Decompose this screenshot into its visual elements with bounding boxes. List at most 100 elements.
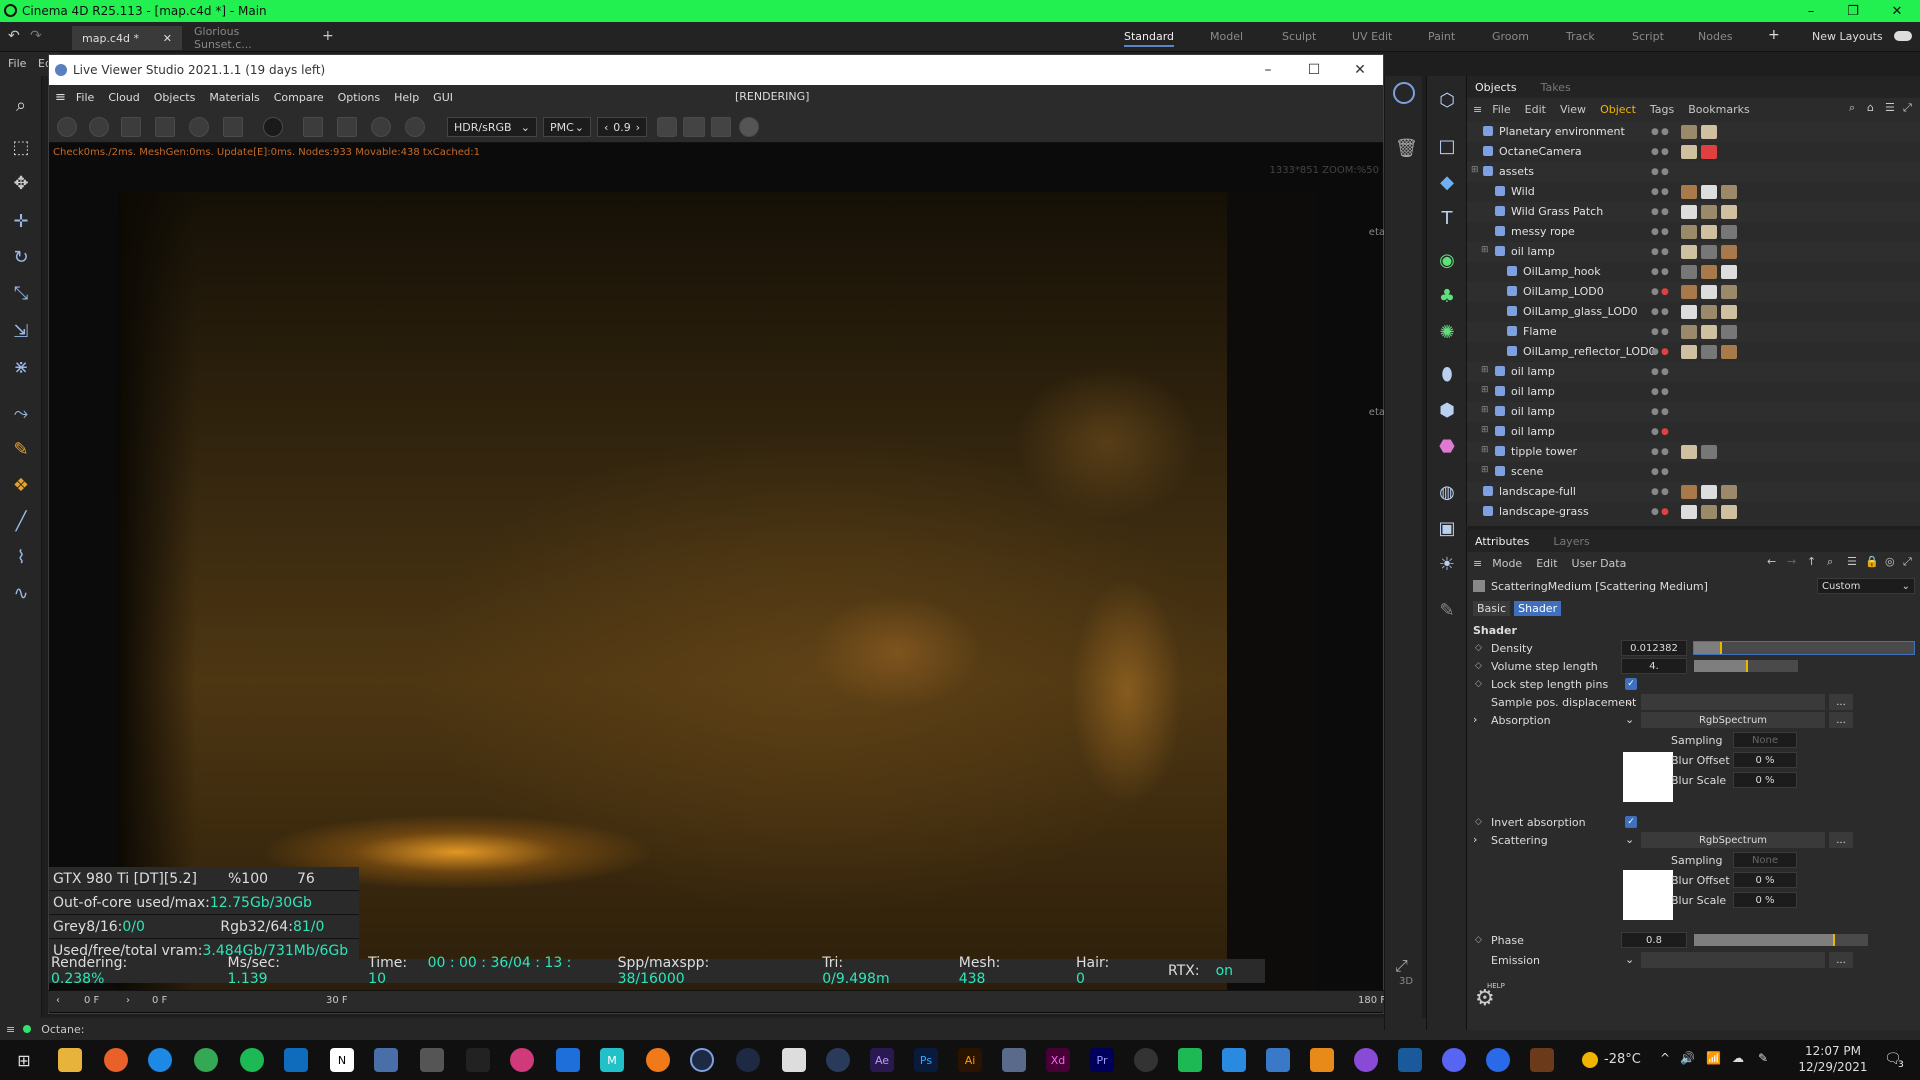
search-icon[interactable]: ⌕ [1849,101,1855,115]
chevron-down-icon[interactable]: ⌄ [1625,953,1634,966]
visibility-render-icon[interactable]: ● [1661,507,1671,517]
visibility-render-icon[interactable]: ● [1661,287,1671,297]
visibility-editor-icon[interactable]: ● [1651,367,1661,377]
tab-attributes[interactable]: Attributes [1475,535,1529,548]
lv-menu-objects[interactable]: Objects [154,91,196,104]
visibility-render-icon[interactable]: ● [1661,487,1671,497]
visibility-editor-icon[interactable]: ● [1651,427,1661,437]
lv-menu-file[interactable]: File [76,91,94,104]
keyframe-icon[interactable]: ◇ [1475,661,1482,671]
rotate-tool-icon[interactable]: ↻ [6,242,36,272]
visibility-render-icon[interactable]: ● [1661,367,1671,377]
object-row[interactable]: landscape-grass ● ● [1467,502,1920,522]
object-row[interactable]: ⊞ oil lamp ● ● [1467,402,1920,422]
arrow-up-icon[interactable]: ↑ [1807,555,1816,568]
volume-icon[interactable]: ⬢ [1433,396,1461,424]
tag-icon[interactable] [1681,325,1697,339]
visibility-render-icon[interactable]: ● [1661,447,1671,457]
tag-icon[interactable] [1721,325,1737,339]
visibility-editor-icon[interactable]: ● [1651,187,1661,197]
kernel-select[interactable]: PMC ⌄ [543,117,591,137]
layout-uv-edit[interactable]: UV Edit [1352,30,1392,43]
github-icon[interactable] [1354,1048,1378,1072]
notion-icon[interactable]: N [330,1048,354,1072]
cube-outline-icon[interactable]: □ [1433,132,1461,160]
visibility-editor-icon[interactable]: ● [1651,347,1661,357]
tag-icon[interactable] [1701,265,1717,279]
visibility-editor-icon[interactable]: ● [1651,387,1661,397]
tag-icon[interactable] [1681,505,1697,519]
visibility-render-icon[interactable]: ● [1661,307,1671,317]
visibility-editor-icon[interactable]: ● [1651,467,1661,477]
object-row[interactable]: ⊞ oil lamp ● ● [1467,242,1920,262]
visibility-editor-icon[interactable]: ● [1651,127,1661,137]
object-row[interactable]: Planetary environment ● ● [1467,122,1920,142]
premiere-icon[interactable]: Pr [1090,1048,1114,1072]
paint-tool-icon[interactable]: ❖ [6,470,36,500]
photoshop-icon[interactable]: Ps [914,1048,938,1072]
om-menu-file[interactable]: File [1492,103,1510,116]
app-icon[interactable] [1178,1048,1202,1072]
firefox-icon[interactable] [104,1048,128,1072]
object-row[interactable]: messy rope ● ● [1467,222,1920,242]
add-tab-button[interactable]: + [322,28,334,44]
tag-icon[interactable] [1721,305,1737,319]
tag-icon[interactable] [1721,225,1737,239]
object-row[interactable]: landscape-full ● ● [1467,482,1920,502]
object-row[interactable]: ⊞ tipple tower ● ● [1467,442,1920,462]
layout-sculpt[interactable]: Sculpt [1282,30,1316,43]
tag-icon[interactable] [1701,125,1717,139]
visibility-render-icon[interactable]: ● [1661,387,1671,397]
app-icon[interactable] [1530,1048,1554,1072]
tag-icon[interactable] [1701,285,1717,299]
spotify-icon[interactable] [240,1048,264,1072]
lv-minimize-button[interactable]: – [1245,55,1291,85]
globe-icon[interactable]: ◍ [1433,478,1461,506]
axis-tool-icon[interactable]: ⇲ [6,316,36,346]
magnet-tool-icon[interactable]: ∿ [6,578,36,608]
steam-icon[interactable] [1398,1048,1422,1072]
visibility-editor-icon[interactable]: ● [1651,307,1661,317]
home-icon[interactable]: ⌂ [1867,101,1874,114]
cinema4d-taskbar-icon[interactable] [690,1048,714,1072]
object-row[interactable]: ⊞ oil lamp ● ● [1467,362,1920,382]
tag-icon[interactable] [1681,185,1697,199]
search-icon[interactable]: ⌕ [6,90,36,120]
visibility-render-icon[interactable]: ● [1661,347,1671,357]
spline-pen-icon[interactable]: ⤳ [6,398,36,428]
expand-icon[interactable]: ⊞ [1481,445,1489,455]
expand-icon[interactable]: ⊞ [1481,425,1489,435]
object-row[interactable]: OctaneCamera ● ● [1467,142,1920,162]
expand-icon[interactable]: ⊞ [1471,165,1479,175]
om-menu-object[interactable]: Object [1600,103,1636,116]
invert-absorption-checkbox[interactable]: ✓ [1625,816,1637,828]
material-picker-icon[interactable] [405,117,425,137]
pen-icon[interactable]: ✎ [1758,1051,1768,1065]
volume-step-field[interactable]: 4. [1621,658,1687,674]
volume-icon[interactable]: 🔊 [1680,1051,1695,1065]
hamburger-icon[interactable]: ≡ [1473,103,1482,116]
more-button[interactable]: ... [1829,694,1853,710]
tag-icon[interactable] [1681,285,1697,299]
tag-icon[interactable] [1721,205,1737,219]
file-explorer-icon[interactable] [58,1048,82,1072]
lv-menu-compare[interactable]: Compare [274,91,324,104]
absorption-shader-button[interactable]: RgbSpectrum [1641,712,1825,728]
tag-icon[interactable] [1681,345,1697,359]
object-row[interactable]: ⊞ oil lamp ● ● [1467,422,1920,442]
epic-games-icon[interactable] [466,1048,490,1072]
undo-icon[interactable]: ↶ [8,28,20,44]
new-layouts-button[interactable]: New Layouts [1812,30,1883,43]
density-slider[interactable] [1693,641,1915,655]
knife-tool-icon[interactable]: ⌇ [6,542,36,572]
tab-close-icon[interactable]: ✕ [163,32,172,45]
scattering-shader-button[interactable]: RgbSpectrum [1641,832,1825,848]
film-region-icon[interactable] [337,117,357,137]
lock-step-checkbox[interactable]: ✓ [1625,678,1637,690]
move-tool-icon[interactable]: ✛ [6,206,36,236]
timeline-end[interactable]: 180 F [1358,995,1386,1006]
tag-icon[interactable] [1701,205,1717,219]
color-space-select[interactable]: HDR/sRGB ⌄ [447,117,537,137]
tray-chevron-icon[interactable]: ^ [1660,1051,1670,1065]
blur-offset-field[interactable]: 0 % [1733,752,1797,768]
